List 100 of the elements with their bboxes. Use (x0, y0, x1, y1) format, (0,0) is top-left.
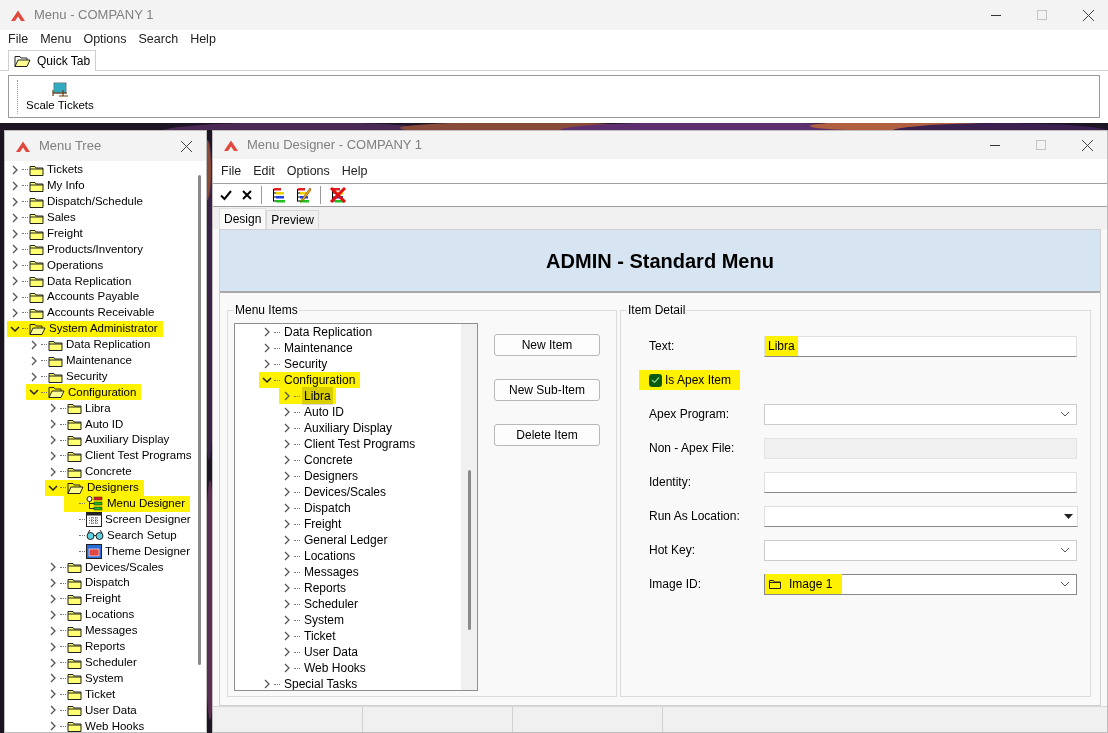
tree-item[interactable]: Locations (302, 547, 358, 565)
tree-item[interactable]: Dispatch/Schedule (45, 193, 145, 211)
tree-item[interactable]: Reports (83, 638, 128, 656)
tree-item[interactable]: Scheduler (302, 595, 361, 613)
chevron-right-icon[interactable] (283, 583, 291, 593)
chevron-right-icon[interactable] (283, 519, 291, 529)
tree-item[interactable]: Libra (302, 387, 333, 405)
chevron-right-icon[interactable] (30, 355, 38, 366)
menu-item[interactable]: Menu (40, 30, 72, 49)
chevron-right-icon[interactable] (49, 673, 57, 684)
chevron-right-icon[interactable] (283, 535, 291, 545)
tree-item[interactable]: Maintenance (282, 339, 355, 357)
chevron-down-icon[interactable] (1060, 581, 1070, 587)
tree-item[interactable]: Products/Inventory (45, 240, 145, 259)
chevron-right-icon[interactable] (283, 471, 291, 481)
tree-item[interactable]: Locations (83, 606, 137, 624)
chevron-down-icon[interactable] (29, 388, 39, 397)
scrollbar-thumb[interactable] (197, 175, 201, 665)
chevron-right-icon[interactable] (49, 419, 57, 430)
tree-item[interactable]: Data Replication (45, 272, 134, 290)
menu-item[interactable]: File (8, 30, 29, 49)
chevron-down-icon[interactable] (1060, 411, 1070, 417)
tree-item[interactable]: Screen Designer (103, 510, 192, 529)
tree-item[interactable]: Client Test Programs (302, 435, 418, 453)
tree-item[interactable]: Accounts Receivable (45, 304, 157, 322)
text-field[interactable]: Libra (764, 335, 1077, 357)
tree-item[interactable]: Auto ID (83, 415, 126, 433)
tree-item[interactable]: Web Hooks (302, 659, 368, 677)
chevron-right-icon[interactable] (49, 578, 57, 589)
menu-item[interactable]: Edit (253, 161, 275, 181)
chevron-right-icon[interactable] (11, 276, 19, 287)
chevron-down-icon[interactable] (1060, 547, 1070, 553)
tree-item[interactable]: Freight (83, 590, 123, 608)
pencil-list-icon[interactable] (294, 187, 312, 203)
tree-item[interactable]: Designers (85, 479, 141, 497)
check-icon[interactable] (219, 188, 233, 202)
tab[interactable]: Quick Tab (8, 50, 97, 71)
button[interactable]: Delete Item (494, 424, 600, 446)
menu-item[interactable]: Options (83, 30, 127, 49)
tree-item[interactable]: Dispatch (83, 574, 132, 592)
chevron-right-icon[interactable] (283, 615, 291, 625)
chevron-right-icon[interactable] (263, 327, 271, 337)
chevron-right-icon[interactable] (49, 466, 57, 477)
tree-item[interactable]: Menu Designer (105, 495, 187, 513)
chevron-right-icon[interactable] (263, 359, 271, 369)
tree-item[interactable]: Search Setup (105, 526, 179, 545)
chevron-right-icon[interactable] (263, 679, 271, 689)
chevron-right-icon[interactable] (11, 260, 19, 271)
tree-item[interactable]: Theme Designer (103, 542, 192, 560)
tree-item[interactable]: Freight (45, 224, 85, 243)
tree-item[interactable]: General Ledger (302, 531, 390, 549)
toolbar-button[interactable]: Scale Tickets (24, 81, 96, 112)
close-icon[interactable] (1082, 139, 1093, 151)
tree-item[interactable]: Special Tasks (282, 675, 360, 690)
tree-item[interactable]: Auxiliary Display (302, 419, 395, 437)
scrollbar-thumb[interactable] (467, 470, 471, 630)
chevron-right-icon[interactable] (49, 657, 57, 668)
chevron-right-icon[interactable] (283, 391, 291, 401)
tree-item[interactable]: Ticket (302, 627, 338, 645)
chevron-right-icon[interactable] (30, 371, 38, 382)
button[interactable]: New Sub-Item (494, 379, 600, 401)
checkbox[interactable] (649, 373, 662, 387)
button[interactable]: New Item (494, 334, 600, 356)
tree-item[interactable]: Security (282, 355, 330, 373)
tab[interactable]: Design (219, 208, 267, 229)
combo-box[interactable]: Image 1 (764, 573, 1077, 595)
tree-item[interactable]: Configuration (66, 383, 139, 402)
tree-item[interactable]: Freight (302, 515, 344, 533)
dropdown[interactable] (764, 505, 1078, 527)
tree-item[interactable]: Maintenance (64, 352, 134, 370)
tree-item[interactable]: Configuration (282, 371, 358, 389)
chevron-right-icon[interactable] (11, 228, 19, 239)
chevron-right-icon[interactable] (49, 435, 57, 446)
chevron-right-icon[interactable] (30, 339, 38, 350)
tree-item[interactable]: Devices/Scales (302, 483, 389, 501)
chevron-right-icon[interactable] (283, 503, 291, 513)
chevron-right-icon[interactable] (283, 455, 291, 465)
chevron-right-icon[interactable] (11, 196, 19, 207)
chevron-right-icon[interactable] (283, 407, 291, 417)
tree-item[interactable]: Dispatch (302, 499, 353, 517)
tree-item[interactable]: Libra (83, 399, 113, 417)
chevron-right-icon[interactable] (283, 567, 291, 577)
tree-item[interactable]: System (302, 611, 346, 629)
tree-item[interactable]: Messages (302, 563, 361, 581)
tree-item[interactable]: Reports (302, 579, 349, 597)
chevron-right-icon[interactable] (283, 551, 291, 561)
tree-item[interactable]: Concrete (302, 451, 355, 469)
chevron-right-icon[interactable] (49, 705, 57, 716)
chevron-right-icon[interactable] (49, 721, 57, 732)
tree-item[interactable]: Security (64, 367, 110, 386)
menu-item[interactable]: Search (138, 30, 179, 49)
menu-item[interactable]: Options (286, 161, 330, 181)
tree-item[interactable]: Web Hooks (83, 717, 147, 732)
chevron-right-icon[interactable] (11, 212, 19, 223)
tree-item[interactable]: Concrete (83, 463, 134, 481)
chevron-down-icon[interactable] (262, 376, 272, 384)
chevron-right-icon[interactable] (263, 343, 271, 353)
tree-item[interactable]: Auto ID (302, 403, 347, 421)
chevron-right-icon[interactable] (283, 647, 291, 657)
tree-item[interactable]: System (83, 669, 126, 688)
